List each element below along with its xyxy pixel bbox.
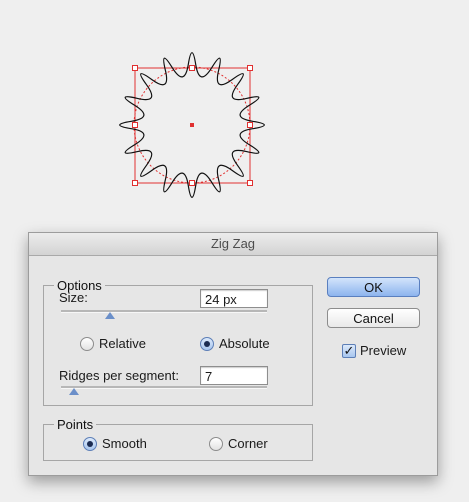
- size-label: Size:: [59, 290, 88, 305]
- smooth-radio[interactable]: [83, 437, 97, 451]
- size-slider-track[interactable]: [61, 310, 267, 313]
- ridges-slider-track[interactable]: [61, 386, 267, 389]
- relative-label[interactable]: Relative: [99, 336, 146, 351]
- resize-handle[interactable]: [132, 65, 138, 71]
- ridges-slider-thumb[interactable]: [69, 388, 79, 395]
- smooth-label[interactable]: Smooth: [102, 436, 147, 451]
- ok-button[interactable]: OK: [327, 277, 420, 297]
- resize-handle[interactable]: [189, 65, 195, 71]
- resize-handle[interactable]: [247, 180, 253, 186]
- relative-radio[interactable]: [80, 337, 94, 351]
- artboard-canvas[interactable]: [0, 0, 469, 232]
- center-point: [190, 123, 194, 127]
- points-legend: Points: [57, 417, 94, 432]
- zigzag-dialog: Zig Zag Options Size: 24 px Relative Abs…: [28, 232, 438, 476]
- preview-label[interactable]: Preview: [360, 343, 406, 358]
- resize-handle[interactable]: [247, 65, 253, 71]
- resize-handle[interactable]: [247, 122, 253, 128]
- resize-handle[interactable]: [132, 122, 138, 128]
- ridges-label: Ridges per segment:: [59, 368, 179, 383]
- size-slider-thumb[interactable]: [105, 312, 115, 319]
- size-input[interactable]: 24 px: [200, 289, 268, 308]
- corner-label[interactable]: Corner: [228, 436, 268, 451]
- corner-radio[interactable]: [209, 437, 223, 451]
- zigzag-star-preview[interactable]: [0, 0, 469, 232]
- dialog-title: Zig Zag: [29, 233, 437, 256]
- resize-handle[interactable]: [132, 180, 138, 186]
- ridges-input[interactable]: 7: [200, 366, 268, 385]
- absolute-label[interactable]: Absolute: [219, 336, 270, 351]
- preview-checkbox[interactable]: ✓: [342, 344, 356, 358]
- absolute-radio[interactable]: [200, 337, 214, 351]
- resize-handle[interactable]: [189, 180, 195, 186]
- cancel-button[interactable]: Cancel: [327, 308, 420, 328]
